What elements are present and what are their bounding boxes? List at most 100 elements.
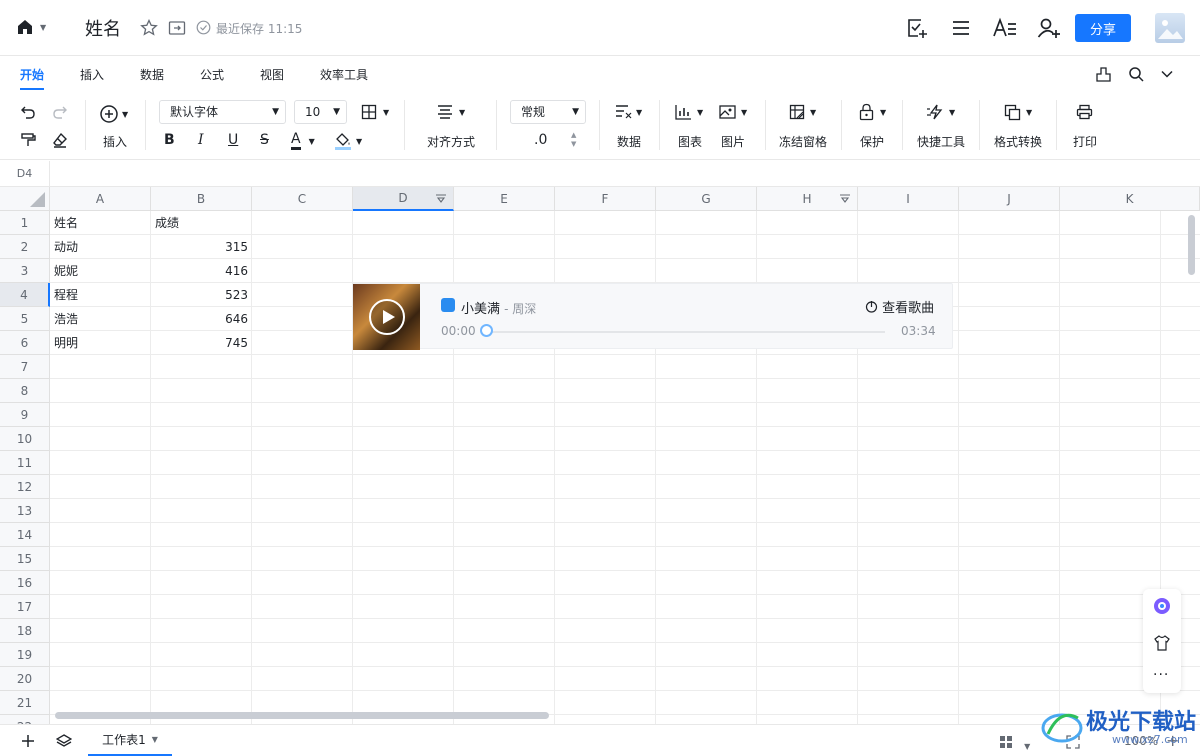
add-sheet-button[interactable] — [20, 733, 36, 753]
play-button[interactable] — [369, 299, 405, 335]
row-header-6[interactable]: 6 — [0, 331, 50, 355]
menu-button[interactable] — [951, 18, 971, 38]
undo-button[interactable] — [20, 104, 36, 120]
redo-button[interactable] — [52, 104, 68, 120]
stepper-up-icon[interactable]: ▲ — [571, 131, 576, 140]
row-header-7[interactable]: 7 — [0, 355, 50, 379]
row-header-14[interactable]: 14 — [0, 523, 50, 547]
column-header-g[interactable]: G — [656, 187, 757, 211]
stepper-down-icon[interactable]: ▼ — [571, 140, 576, 149]
number-format-select[interactable]: 常规 ▼ — [510, 100, 586, 124]
data-button[interactable]: ▼ — [615, 104, 642, 120]
font-settings-button[interactable] — [993, 17, 1017, 39]
cell-b3[interactable]: 416 — [151, 259, 252, 283]
protect-button[interactable]: ▼ — [859, 103, 886, 121]
ai-assistant-button[interactable] — [1153, 597, 1171, 619]
select-all-corner[interactable] — [0, 187, 50, 211]
align-button[interactable]: ▼ — [437, 105, 465, 119]
theme-button[interactable] — [1153, 634, 1171, 656]
column-filter-icon[interactable] — [839, 192, 851, 207]
row-header-5[interactable]: 5 — [0, 307, 50, 331]
cell-b6[interactable]: 745 — [151, 331, 252, 355]
row-header-16[interactable]: 16 — [0, 571, 50, 595]
freeze-panes-button[interactable]: ▼ — [789, 104, 816, 120]
format-painter-top-button[interactable] — [1095, 66, 1112, 83]
row-header-17[interactable]: 17 — [0, 595, 50, 619]
favorite-button[interactable] — [140, 19, 158, 37]
song-title[interactable]: 小美满 - 周深 — [461, 298, 536, 317]
bold-button[interactable]: B — [164, 132, 175, 148]
print-button[interactable] — [1076, 104, 1093, 120]
row-header-18[interactable]: 18 — [0, 619, 50, 643]
row-header-2[interactable]: 2 — [0, 235, 50, 259]
progress-knob[interactable] — [480, 324, 493, 337]
font-size-select[interactable]: 10 ▼ — [294, 100, 347, 124]
home-button[interactable]: ▼ — [16, 18, 46, 36]
chart-button[interactable]: ▼ — [675, 104, 703, 120]
cell-b4[interactable]: 523 — [151, 283, 252, 307]
sheet-list-button[interactable] — [55, 733, 73, 753]
format-convert-button[interactable]: ▼ — [1004, 104, 1032, 121]
more-icon[interactable]: ··· — [1153, 667, 1169, 683]
tab-formula[interactable]: 公式 — [200, 66, 224, 83]
cell-a5[interactable]: 浩浩 — [50, 307, 151, 331]
column-header-i[interactable]: I — [858, 187, 959, 211]
strikethrough-button[interactable]: S — [260, 132, 269, 148]
column-header-j[interactable]: J — [959, 187, 1060, 211]
row-header-15[interactable]: 15 — [0, 547, 50, 571]
column-header-e[interactable]: E — [454, 187, 555, 211]
border-button[interactable]: ▼ — [361, 104, 389, 120]
quick-tools-button[interactable]: ▼ — [927, 104, 955, 120]
tab-efficiency-tools[interactable]: 效率工具 — [320, 66, 368, 83]
cell-a1[interactable]: 姓名 — [50, 211, 151, 235]
column-header-f[interactable]: F — [555, 187, 656, 211]
italic-button[interactable]: I — [198, 132, 204, 148]
tab-data[interactable]: 数据 — [140, 66, 164, 83]
column-header-a[interactable]: A — [50, 187, 151, 211]
column-header-b[interactable]: B — [151, 187, 252, 211]
column-header-k[interactable]: K — [1060, 187, 1200, 211]
row-header-12[interactable]: 12 — [0, 475, 50, 499]
row-header-10[interactable]: 10 — [0, 427, 50, 451]
spreadsheet-grid[interactable]: ABCDEFGHIJK 1 2 3 4 5 6 7 8 9 10 11 12 13 14 15 16 17 18 1… — [0, 187, 1200, 724]
avatar[interactable] — [1155, 13, 1185, 43]
column-header-h[interactable]: H — [757, 187, 858, 211]
horizontal-scrollbar[interactable] — [55, 712, 549, 719]
task-button[interactable] — [906, 17, 928, 39]
row-header-20[interactable]: 20 — [0, 667, 50, 691]
font-family-select[interactable]: 默认字体 ▼ — [159, 100, 286, 124]
tab-view[interactable]: 视图 — [260, 66, 284, 83]
image-button[interactable]: ▼ — [719, 104, 747, 120]
share-button[interactable]: 分享 — [1075, 14, 1131, 42]
font-color-button[interactable]: A ▼ — [291, 132, 315, 150]
cell-b2[interactable]: 315 — [151, 235, 252, 259]
row-header-8[interactable]: 8 — [0, 379, 50, 403]
formula-input[interactable] — [50, 161, 1200, 186]
tab-start[interactable]: 开始 — [20, 66, 44, 83]
insert-button[interactable]: ▼ — [99, 104, 128, 124]
clear-format-button[interactable] — [52, 132, 68, 148]
add-collaborator-button[interactable] — [1037, 17, 1061, 39]
column-header-d[interactable]: D — [353, 187, 454, 211]
column-filter-icon[interactable] — [435, 192, 447, 207]
sheet-tab[interactable]: 工作表1 ▼ — [88, 725, 172, 756]
row-header-22[interactable]: 22 — [0, 715, 50, 724]
progress-track[interactable] — [487, 331, 885, 333]
row-header-4[interactable]: 4 — [0, 283, 50, 307]
underline-button[interactable]: U — [228, 132, 238, 148]
tab-insert[interactable]: 插入 — [80, 66, 104, 83]
cell-a3[interactable]: 妮妮 — [50, 259, 151, 283]
row-header-3[interactable]: 3 — [0, 259, 50, 283]
column-header-c[interactable]: C — [252, 187, 353, 211]
document-title[interactable]: 姓名 — [85, 15, 121, 41]
move-button[interactable] — [168, 19, 186, 37]
format-painter-button[interactable] — [20, 132, 36, 148]
view-song-link[interactable]: 查看歌曲 — [865, 297, 934, 316]
music-player-card[interactable]: 小美满 - 周深 查看歌曲 00:00 03:34 — [352, 283, 953, 350]
cell-a2[interactable]: 动动 — [50, 235, 151, 259]
row-header-21[interactable]: 21 — [0, 691, 50, 715]
cell-reference[interactable]: D4 — [0, 161, 50, 186]
cell-a6[interactable]: 明明 — [50, 331, 151, 355]
row-header-9[interactable]: 9 — [0, 403, 50, 427]
search-button[interactable] — [1128, 66, 1144, 82]
